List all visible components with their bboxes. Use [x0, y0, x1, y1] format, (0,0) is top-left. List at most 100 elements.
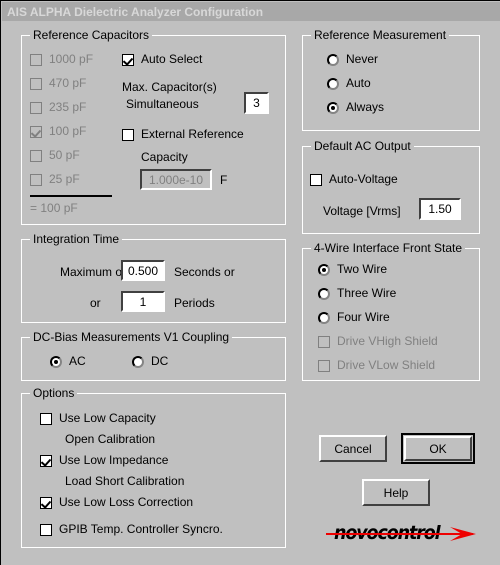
checkbox-box	[30, 126, 42, 138]
checkbox-box	[30, 102, 42, 114]
checkbox-box	[40, 497, 52, 509]
checkbox-auto-select[interactable]: Auto Select	[122, 53, 202, 66]
checkbox-use-low-capacity[interactable]: Use Low Capacity	[40, 412, 156, 425]
periods-unit-label: Periods	[174, 296, 215, 310]
radio-label: Four Wire	[337, 310, 390, 324]
window-title: AIS ALPHA Dielectric Analyzer Configurat…	[7, 4, 264, 19]
radio-reference-auto[interactable]: Auto	[327, 77, 371, 90]
maximum-of-label: Maximum of	[60, 265, 126, 279]
radio-circle	[327, 102, 339, 114]
radio-two-wire[interactable]: Two Wire	[318, 263, 387, 276]
checkbox-label: 235 pF	[49, 100, 87, 114]
max-capacitors-input[interactable]: 3	[244, 92, 269, 114]
radio-label: Always	[346, 100, 385, 114]
checkbox-label: Drive VHigh Shield	[337, 334, 438, 348]
checkbox-label: 470 pF	[49, 76, 87, 90]
checkbox-drive-vlow-shield: Drive VLow Shield	[318, 359, 435, 372]
radio-coupling-dc[interactable]: DC	[132, 355, 168, 368]
radio-circle	[132, 356, 144, 368]
cancel-button[interactable]: Cancel	[319, 435, 387, 462]
group-legend-reference-capacitors: Reference Capacitors	[30, 28, 153, 42]
group-default-ac-output: Default AC Output Auto-Voltage Voltage […	[302, 139, 480, 234]
radio-four-wire[interactable]: Four Wire	[318, 311, 390, 324]
capacity-input: 1.000e-10	[140, 169, 212, 190]
group-reference-measurement: Reference Measurement Never Auto Always	[302, 28, 480, 131]
checkbox-label: 50 pF	[49, 148, 80, 162]
checkbox-box	[310, 174, 322, 186]
checkbox-box	[40, 455, 52, 467]
group-legend-options: Options	[30, 386, 78, 400]
checkbox-label: Use Low Impedance	[59, 453, 169, 467]
checkbox-external-reference[interactable]: External Reference	[122, 128, 244, 141]
checkbox-box	[122, 129, 134, 141]
checkbox-use-low-loss-correction[interactable]: Use Low Loss Correction	[40, 496, 193, 509]
checkbox-label: Drive VLow Shield	[337, 358, 436, 372]
radio-coupling-ac[interactable]: AC	[50, 355, 86, 368]
checkbox-box	[30, 54, 42, 66]
checkbox-label: External Reference	[141, 127, 244, 141]
checkbox-capacitor-1000pf[interactable]: 1000 pF	[30, 53, 93, 66]
checkbox-label: 100 pF	[49, 124, 87, 138]
checkbox-label: Use Low Capacity	[59, 411, 156, 425]
ok-button[interactable]: OK	[404, 436, 472, 461]
group-legend-dc-bias: DC-Bias Measurements V1 Coupling	[30, 330, 233, 344]
checkbox-capacitor-100pf[interactable]: 100 pF	[30, 125, 86, 138]
group-legend-integration-time: Integration Time	[30, 232, 123, 246]
capacitor-sum-label: = 100 pF	[30, 201, 78, 215]
radio-label: Two Wire	[337, 262, 388, 276]
checkbox-use-low-impedance[interactable]: Use Low Impedance	[40, 454, 168, 467]
checkbox-capacitor-50pf[interactable]: 50 pF	[30, 149, 80, 162]
radio-reference-always[interactable]: Always	[327, 101, 384, 114]
checkbox-capacitor-470pf[interactable]: 470 pF	[30, 77, 86, 90]
help-button[interactable]: Help	[362, 479, 430, 506]
checkbox-auto-voltage[interactable]: Auto-Voltage	[310, 173, 398, 186]
radio-three-wire[interactable]: Three Wire	[318, 287, 396, 300]
load-short-calibration-sublabel: Load Short Calibration	[65, 474, 185, 488]
group-options: Options Use Low Capacity Open Calibratio…	[21, 386, 286, 548]
radio-circle	[327, 78, 339, 90]
checkbox-label: 25 pF	[49, 172, 80, 186]
checkbox-box	[40, 524, 52, 536]
group-legend-reference-measurement: Reference Measurement	[311, 28, 450, 42]
capacitor-sum-divider	[30, 195, 112, 197]
checkbox-gpib-temp-controller-syncro[interactable]: GPIB Temp. Controller Syncro.	[40, 523, 223, 536]
radio-circle	[318, 288, 330, 300]
radio-circle	[50, 356, 62, 368]
max-capacitors-label-line2: Simultaneous	[126, 97, 199, 111]
group-four-wire-interface: 4-Wire Interface Front State Two Wire Th…	[302, 241, 480, 381]
group-legend-default-ac-output: Default AC Output	[311, 139, 414, 153]
dialog-window: AIS ALPHA Dielectric Analyzer Configurat…	[0, 0, 500, 565]
radio-label: Three Wire	[337, 286, 397, 300]
integration-seconds-input[interactable]: 0.500	[121, 260, 165, 281]
checkbox-box	[318, 336, 330, 348]
checkbox-box	[30, 78, 42, 90]
radio-circle	[318, 264, 330, 276]
open-calibration-sublabel: Open Calibration	[65, 432, 156, 446]
radio-circle	[318, 312, 330, 324]
max-capacitors-label-line1: Max. Capacitor(s)	[122, 80, 217, 94]
radio-label: Never	[346, 52, 379, 66]
logo-arrow-icon	[326, 527, 476, 541]
checkbox-label: Auto Select	[141, 52, 203, 66]
radio-circle	[327, 54, 339, 66]
radio-reference-never[interactable]: Never	[327, 53, 378, 66]
title-bar: AIS ALPHA Dielectric Analyzer Configurat…	[2, 2, 500, 21]
voltage-input[interactable]: 1.50	[419, 198, 461, 220]
integration-periods-input[interactable]: 1	[121, 291, 165, 312]
radio-label: AC	[69, 354, 86, 368]
group-dc-bias: DC-Bias Measurements V1 Coupling AC DC	[21, 330, 286, 381]
checkbox-box	[30, 150, 42, 162]
checkbox-box	[30, 174, 42, 186]
capacity-unit-label: F	[220, 173, 228, 187]
checkbox-capacitor-25pf[interactable]: 25 pF	[30, 173, 80, 186]
checkbox-capacitor-235pf[interactable]: 235 pF	[30, 101, 86, 114]
radio-label: Auto	[346, 76, 371, 90]
or-label: or	[90, 296, 101, 310]
checkbox-box	[40, 413, 52, 425]
capacity-label: Capacity	[141, 150, 188, 164]
checkbox-box	[122, 54, 134, 66]
checkbox-label: Auto-Voltage	[329, 172, 398, 186]
radio-label: DC	[151, 354, 169, 368]
checkbox-label: 1000 pF	[49, 52, 94, 66]
checkbox-drive-vhigh-shield: Drive VHigh Shield	[318, 335, 438, 348]
